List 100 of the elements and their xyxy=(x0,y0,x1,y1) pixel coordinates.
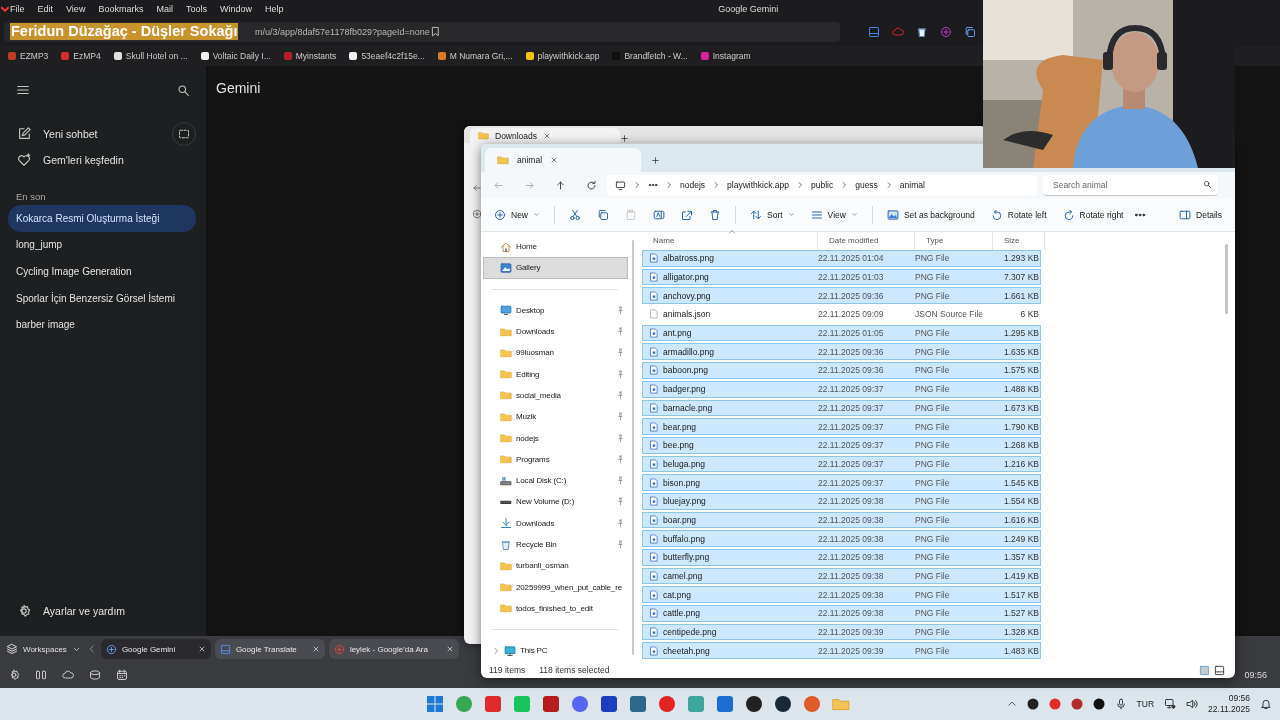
toolbar-button[interactable]: View xyxy=(805,205,863,224)
bookmark-link[interactable]: Instagram xyxy=(700,51,751,61)
round-app-icon[interactable] xyxy=(774,695,792,713)
chat-item[interactable]: Kokarca Resmi Oluşturma İsteği xyxy=(8,205,196,232)
bookmark-link[interactable]: Skull Hotel on ... xyxy=(113,51,188,61)
plus-icon[interactable] xyxy=(651,156,660,165)
file-row[interactable]: barnacle.png 22.11.2025 09:37 PNG File 1.673 KB xyxy=(642,399,1041,417)
workspaces-button[interactable]: Workspaces xyxy=(6,643,81,655)
address-bar[interactable]: nodejs playwithkick.app public guess animal xyxy=(607,174,1037,196)
browser-tab[interactable]: Google Translate xyxy=(214,639,325,659)
file-row[interactable]: animals.json 22.11.2025 09:09 JSON Source File 6 KB xyxy=(642,306,1041,323)
chat-item[interactable]: Sporlar İçin Benzersiz Görsel İstemi xyxy=(8,284,196,312)
copy-icon[interactable] xyxy=(597,208,609,221)
nav-item[interactable]: 99luosman xyxy=(483,342,628,364)
menu-item[interactable]: View xyxy=(66,3,86,14)
bookmark-icon[interactable] xyxy=(429,26,441,37)
nav-item[interactable]: turbanli_osman xyxy=(483,555,628,577)
file-row[interactable]: beluga.png 22.11.2025 09:37 PNG File 1.216 KB xyxy=(642,455,1041,473)
search-icon[interactable] xyxy=(177,83,190,97)
file-row[interactable]: buffalo.png 22.11.2025 09:38 PNG File 1.249 KB xyxy=(642,530,1041,547)
search-input[interactable]: Search animal xyxy=(1053,177,1203,192)
toolbar-button[interactable]: New xyxy=(489,205,545,224)
toolbar-button[interactable]: Sort xyxy=(745,205,800,224)
back-arrow-icon[interactable] xyxy=(472,183,482,193)
nav-item[interactable]: Home xyxy=(483,236,628,258)
menu-item[interactable]: Tools xyxy=(185,3,207,14)
extension-icon[interactable] xyxy=(892,25,904,38)
cylinder-icon[interactable] xyxy=(89,669,101,681)
file-row[interactable]: anchovy.png 22.11.2025 09:36 PNG File 1.661 KB xyxy=(642,287,1041,305)
start-icon[interactable] xyxy=(426,695,444,713)
close-icon[interactable] xyxy=(197,645,206,653)
file-row[interactable]: ant.png 22.11.2025 01:05 PNG File 1.295 KB xyxy=(642,324,1041,342)
file-row[interactable]: bison.png 22.11.2025 09:37 PNG File 1.545 KB xyxy=(642,474,1041,491)
nav-item[interactable]: Downloads xyxy=(483,512,628,534)
cloud-icon[interactable] xyxy=(62,669,74,681)
new-chat-button[interactable]: Yeni sohbet xyxy=(0,121,206,147)
menu-item[interactable]: File xyxy=(10,3,25,14)
microphone-icon[interactable] xyxy=(1114,698,1127,710)
square-app-icon[interactable] xyxy=(629,695,647,713)
rename-icon[interactable] xyxy=(653,208,665,221)
monitor-icon[interactable] xyxy=(615,179,626,191)
window-tab[interactable]: Downloads xyxy=(470,128,620,143)
circle-icon[interactable] xyxy=(472,209,482,219)
calendar-icon[interactable] xyxy=(116,669,128,681)
breadcrumb-item[interactable]: guess xyxy=(855,180,878,190)
toolbar-button[interactable]: Details xyxy=(1174,205,1227,224)
nav-item[interactable]: 20259999_when_put_cable_re xyxy=(483,576,628,598)
file-row[interactable]: camel.png 22.11.2025 09:38 PNG File 1.419 KB xyxy=(642,567,1041,585)
file-row[interactable]: centipede.png 22.11.2025 09:39 PNG File 1.328 KB xyxy=(642,623,1041,641)
file-row[interactable]: albatross.png 22.11.2025 01:04 PNG File 1.293 KB xyxy=(642,250,1041,267)
toolbar-button[interactable]: Set as background xyxy=(881,205,980,224)
bookmark-link[interactable]: M Numara Gri,... xyxy=(437,51,513,61)
nav-item[interactable]: Recycle Bin xyxy=(483,533,628,556)
menu-item[interactable]: Mail xyxy=(156,3,173,14)
settings-button[interactable]: Ayarlar ve yardım xyxy=(0,598,206,624)
nav-item[interactable]: Local Disk (C:) xyxy=(483,469,628,492)
nav-item[interactable]: Programs xyxy=(483,448,628,470)
bookmark-link[interactable]: 53eaef4c2f15e... xyxy=(349,51,425,61)
bookmark-link[interactable]: Myinstants xyxy=(283,51,337,61)
bookmark-link[interactable]: EzMP4 xyxy=(61,51,101,61)
tiles-view-icon[interactable] xyxy=(1214,664,1225,676)
menu-icon[interactable] xyxy=(16,83,30,97)
speaker-icon[interactable] xyxy=(1186,698,1199,710)
file-row[interactable]: cattle.png 22.11.2025 09:38 PNG File 1.527 KB xyxy=(642,605,1041,622)
nav-item[interactable]: social_media xyxy=(483,384,628,407)
breadcrumb-item[interactable]: public xyxy=(810,180,834,190)
bell-icon[interactable] xyxy=(1260,698,1272,710)
breadcrumb-item[interactable]: animal xyxy=(899,180,925,190)
nav-item[interactable]: This PC xyxy=(483,640,628,662)
nav-item[interactable]: Downloads xyxy=(483,320,628,343)
browser-tab[interactable]: Google Gemini xyxy=(100,639,211,659)
tray-app-icon[interactable] xyxy=(1092,698,1105,710)
menu-item[interactable]: Edit xyxy=(37,3,54,14)
chat-item[interactable]: Cycling Image Generation xyxy=(8,258,196,285)
file-row[interactable]: badger.png 22.11.2025 09:37 PNG File 1.488 KB xyxy=(642,380,1041,398)
breadcrumb-item[interactable]: nodejs xyxy=(680,180,706,190)
search-field[interactable]: Search animal xyxy=(1043,174,1218,196)
breadcrumb-item[interactable]: playwithkick.app xyxy=(727,180,789,190)
language-indicator[interactable]: TUR xyxy=(1136,699,1155,709)
browser-tab[interactable]: leylek - Google'da Ara xyxy=(328,639,459,659)
nav-item[interactable]: New Volume (D:) xyxy=(483,491,628,513)
file-row[interactable]: bluejay.png 22.11.2025 09:38 PNG File 1.554 KB xyxy=(642,492,1041,510)
file-row[interactable]: armadillo.png 22.11.2025 09:36 PNG File 1.635 KB xyxy=(642,343,1041,361)
close-icon[interactable] xyxy=(550,156,559,164)
close-icon[interactable] xyxy=(543,131,552,140)
nav-item[interactable]: Muzik xyxy=(483,406,628,428)
menu-item[interactable]: Window xyxy=(219,3,252,14)
up-arrow-icon[interactable] xyxy=(555,179,566,191)
window-tab[interactable]: animal xyxy=(485,148,641,172)
share-icon[interactable] xyxy=(681,208,693,221)
toolbar-button[interactable]: Rotate right xyxy=(1057,205,1129,224)
square-app-icon[interactable] xyxy=(542,695,560,713)
menu-item[interactable]: Bookmarks xyxy=(98,3,144,14)
file-row[interactable]: boar.png 22.11.2025 09:38 PNG File 1.616 KB xyxy=(642,511,1041,529)
network-icon[interactable] xyxy=(1164,698,1177,710)
bookmark-link[interactable]: playwithkick.app xyxy=(525,51,600,61)
menu-item[interactable]: Help xyxy=(264,3,284,14)
bookmark-link[interactable]: EZMP3 xyxy=(8,51,49,61)
nav-item[interactable]: todos_finished_to_edit xyxy=(483,597,628,620)
nav-item[interactable]: Gallery xyxy=(483,257,628,279)
